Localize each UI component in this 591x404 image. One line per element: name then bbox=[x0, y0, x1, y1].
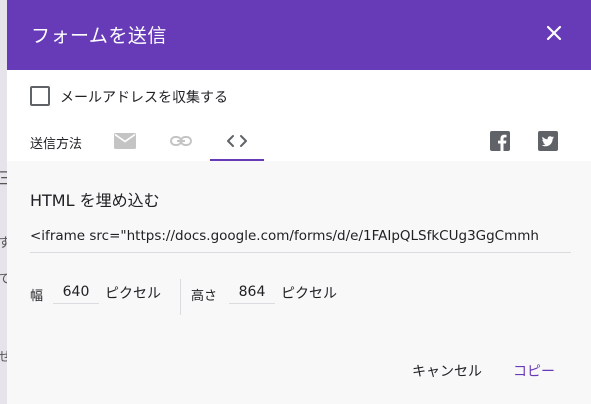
facebook-share-button[interactable] bbox=[490, 131, 510, 151]
height-unit: ピクセル bbox=[281, 286, 337, 302]
height-input[interactable]: 864 bbox=[229, 281, 275, 304]
copy-button[interactable]: コピー bbox=[513, 361, 555, 385]
dialog-header: フォームを送信 bbox=[7, 0, 591, 70]
mail-icon bbox=[114, 133, 136, 149]
twitter-icon bbox=[538, 131, 558, 151]
send-form-dialog: フォームを送信 メールアドレスを収集する 送信方法 HTML を埋め込む <if… bbox=[7, 0, 591, 404]
tab-embed[interactable] bbox=[210, 123, 264, 161]
width-input[interactable]: 640 bbox=[53, 281, 99, 304]
width-unit: ピクセル bbox=[105, 286, 161, 302]
height-label: 高さ bbox=[191, 289, 218, 304]
link-icon bbox=[170, 136, 192, 146]
cancel-button[interactable]: キャンセル bbox=[412, 361, 482, 385]
background-text: て bbox=[0, 272, 7, 287]
tab-email[interactable] bbox=[98, 123, 152, 161]
send-via-label: 送信方法 bbox=[30, 137, 83, 152]
tab-link[interactable] bbox=[154, 123, 208, 161]
embed-code-icon bbox=[227, 135, 247, 147]
background-page: 三 す て せ bbox=[0, 0, 7, 404]
background-text: す bbox=[0, 236, 7, 251]
close-button[interactable] bbox=[539, 18, 569, 48]
background-text: せ bbox=[0, 350, 7, 365]
twitter-share-button[interactable] bbox=[538, 131, 558, 151]
close-icon bbox=[546, 25, 562, 41]
embed-code-field[interactable]: <iframe src="https://docs.google.com/for… bbox=[30, 228, 571, 253]
embed-panel: HTML を埋め込む <iframe src="https://docs.goo… bbox=[7, 161, 591, 404]
dialog-title: フォームを送信 bbox=[31, 25, 167, 47]
background-text: 三 bbox=[0, 164, 7, 189]
collect-email-label: メールアドレスを収集する bbox=[60, 90, 228, 106]
dimension-divider bbox=[180, 279, 181, 315]
collect-email-checkbox[interactable] bbox=[30, 86, 50, 106]
width-label: 幅 bbox=[30, 289, 44, 304]
facebook-icon bbox=[490, 131, 510, 151]
embed-heading: HTML を埋め込む bbox=[30, 191, 160, 210]
